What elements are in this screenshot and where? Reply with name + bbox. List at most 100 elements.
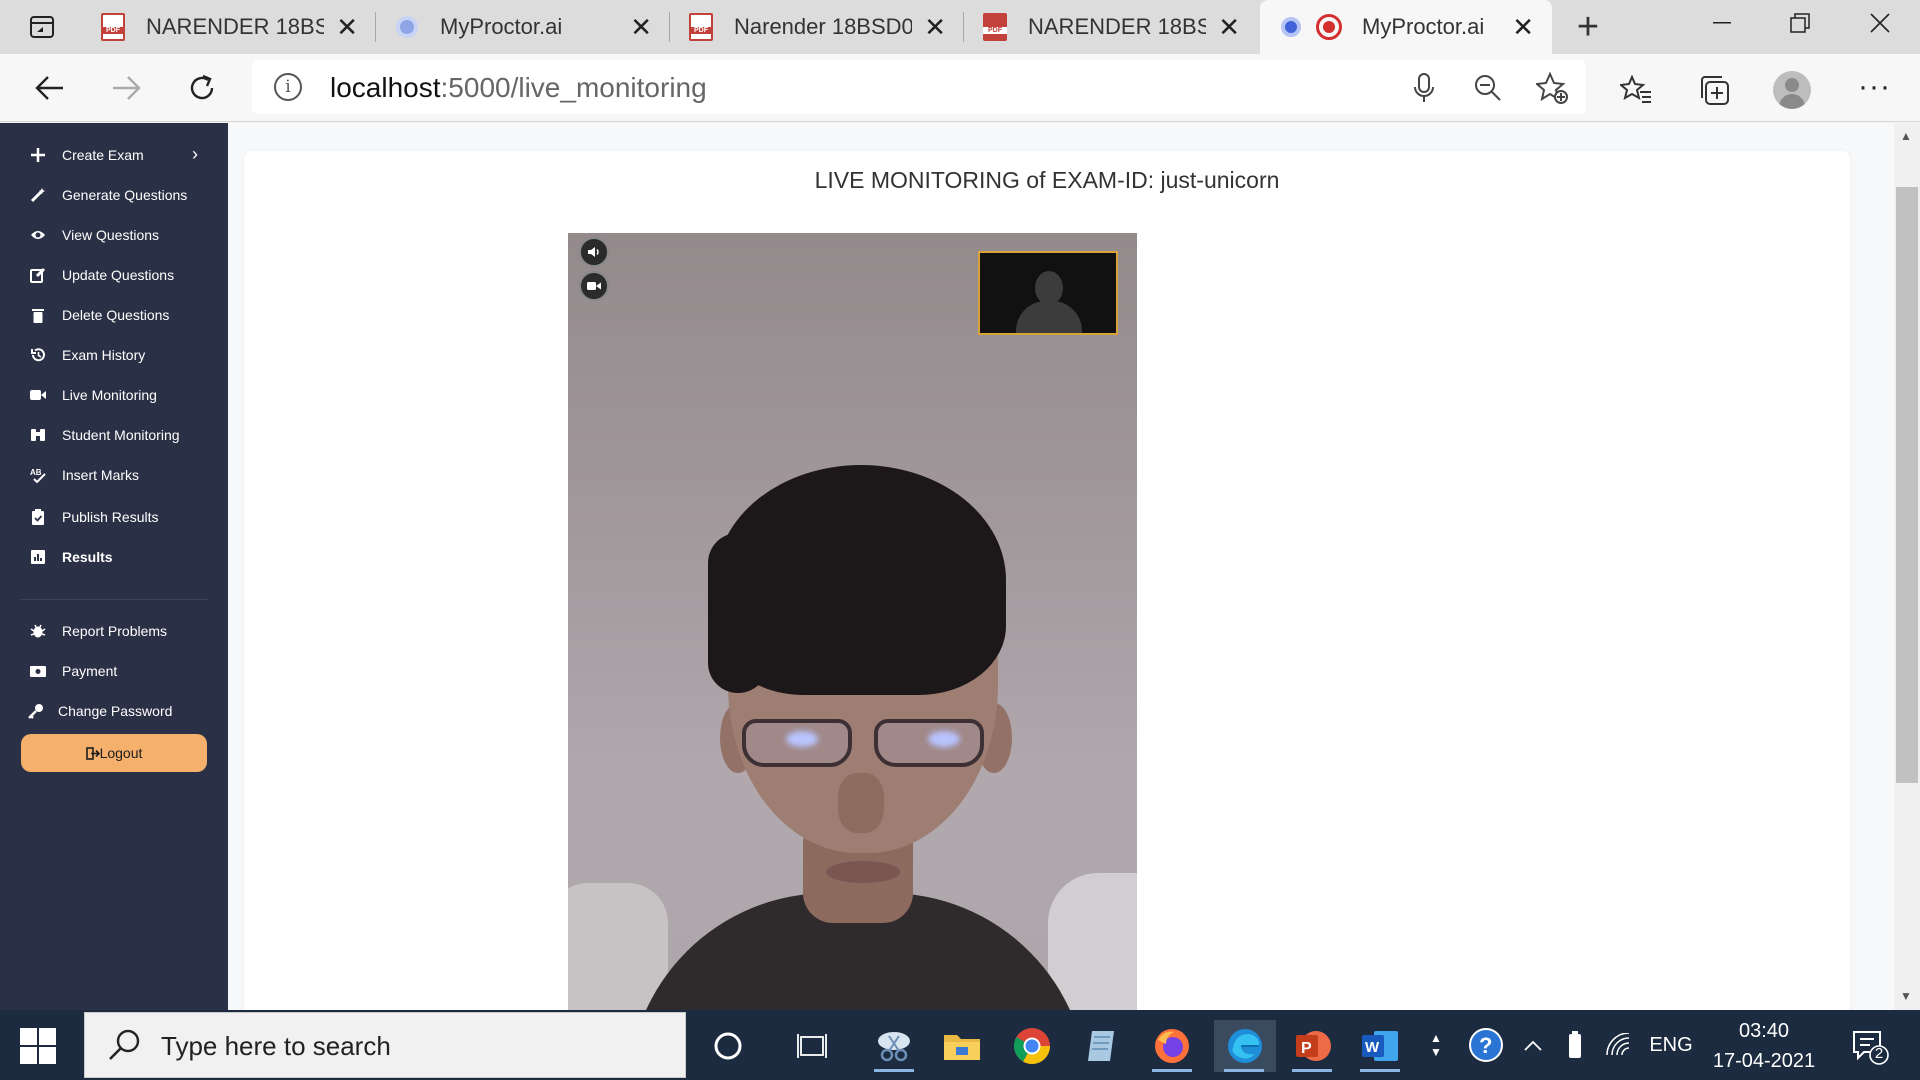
sidebar-item-label: Generate Questions [62, 187, 188, 203]
taskbar-scroll-arrows[interactable]: ▲ ▼ [1422, 1010, 1450, 1080]
settings-more-icon[interactable]: ··· [1858, 70, 1891, 104]
browser-tab-4[interactable]: NARENDER 18BSD0 ✕ [964, 0, 1258, 54]
close-icon[interactable]: ✕ [924, 14, 946, 40]
sidebar-item-live-monitoring[interactable]: Live Monitoring [0, 377, 228, 413]
refresh-button[interactable] [180, 66, 224, 110]
spell-check-icon: AB [30, 467, 46, 483]
trash-icon [30, 307, 46, 323]
back-button[interactable] [28, 66, 72, 110]
money-icon [30, 663, 46, 679]
language-indicator[interactable]: ENG [1644, 1010, 1698, 1080]
snipping-tool-icon[interactable] [868, 1020, 920, 1072]
new-tab-button[interactable]: + [1568, 6, 1608, 49]
sidebar-item-update-questions[interactable]: Update Questions [0, 257, 228, 293]
clock-time: 03:40 [1738, 1020, 1790, 1042]
browser-tab-5-active[interactable]: MyProctor.ai ✕ [1260, 0, 1552, 54]
live-video-feed[interactable] [568, 233, 1137, 1010]
taskbar-clock[interactable]: 03:40 17-04-2021 [1700, 1016, 1828, 1076]
minimize-button[interactable] [1684, 0, 1760, 46]
battery-icon[interactable] [1560, 1010, 1590, 1080]
sidebar-item-label: Payment [62, 663, 118, 679]
help-icon[interactable]: ? [1462, 1010, 1510, 1080]
sidebar-item-change-password[interactable]: Change Password [0, 693, 228, 729]
audio-toggle-button[interactable] [579, 237, 609, 267]
restore-button[interactable] [1762, 0, 1838, 46]
site-info-icon[interactable]: i [274, 73, 302, 101]
sidebar-divider [20, 599, 208, 600]
firefox-icon[interactable] [1146, 1020, 1198, 1072]
collections-icon[interactable] [1696, 72, 1732, 108]
self-view-thumbnail[interactable] [978, 251, 1118, 335]
logout-label: Logout [99, 745, 143, 761]
chrome-icon[interactable] [1006, 1020, 1058, 1072]
tab-strip: NARENDER 18BSD0 ✕ MyProctor.ai ✕ Narende… [0, 0, 1920, 54]
profile-avatar[interactable] [1773, 71, 1811, 109]
binoculars-icon [30, 427, 46, 443]
address-bar[interactable]: i localhost:5000/live_monitoring [252, 60, 1586, 114]
wifi-icon[interactable] [1602, 1010, 1636, 1080]
close-window-button[interactable] [1842, 0, 1918, 46]
show-hidden-icons-icon[interactable] [1518, 1010, 1548, 1080]
sidebar-item-delete-questions[interactable]: Delete Questions [0, 297, 228, 333]
close-icon[interactable]: ✕ [336, 14, 358, 40]
notepad-icon[interactable] [1076, 1020, 1128, 1072]
svg-text:AB: AB [30, 468, 42, 477]
sidebar-item-results[interactable]: Results [0, 539, 228, 575]
add-favorite-icon[interactable] [1536, 72, 1568, 104]
tab-title: NARENDER 18BSD0 [146, 14, 324, 39]
scroll-thumb[interactable] [1896, 187, 1918, 783]
video-toggle-button[interactable] [579, 271, 609, 301]
sidebar-item-exam-history[interactable]: Exam History [0, 337, 228, 373]
tab-actions-icon[interactable] [22, 11, 62, 43]
cortana-icon[interactable] [702, 1020, 754, 1072]
browser-tab-2[interactable]: MyProctor.ai ✕ [376, 0, 670, 54]
sidebar-item-insert-marks[interactable]: AB Insert Marks [0, 457, 228, 493]
forward-button[interactable] [104, 66, 148, 110]
edit-icon [30, 267, 46, 283]
word-icon[interactable]: W [1354, 1020, 1406, 1072]
video-camera-icon [30, 387, 46, 403]
sidebar-item-report-problems[interactable]: Report Problems [0, 613, 228, 649]
notifications-icon[interactable]: 2 [1850, 1026, 1890, 1066]
browser-tab-1[interactable]: NARENDER 18BSD0 ✕ [82, 0, 376, 54]
sidebar-item-label: Delete Questions [62, 307, 170, 323]
sidebar-item-label: Publish Results [62, 509, 159, 525]
history-icon [30, 347, 46, 363]
clock-date: 17-04-2021 [1712, 1050, 1816, 1072]
sidebar-item-payment[interactable]: Payment [0, 653, 228, 689]
page-scrollbar[interactable]: ▲ ▼ [1894, 123, 1920, 1010]
sidebar-item-label: Insert Marks [62, 467, 140, 483]
sidebar-item-view-questions[interactable]: View Questions [0, 217, 228, 253]
powerpoint-icon[interactable]: P [1286, 1020, 1338, 1072]
url-text[interactable]: localhost:5000/live_monitoring [330, 72, 707, 104]
microphone-icon[interactable] [1408, 72, 1440, 104]
favorites-icon[interactable] [1618, 72, 1654, 108]
browser-tab-3[interactable]: Narender 18BSD02 ✕ [670, 0, 964, 54]
sidebar-item-label: Change Password [58, 703, 173, 719]
bug-icon [30, 623, 46, 639]
edge-icon[interactable] [1214, 1020, 1276, 1072]
pdf-icon [688, 13, 714, 41]
search-placeholder: Type here to search [161, 1031, 391, 1061]
sidebar-item-generate-questions[interactable]: Generate Questions [0, 177, 228, 213]
file-explorer-icon[interactable] [936, 1020, 988, 1072]
task-view-icon[interactable] [786, 1020, 838, 1072]
close-icon[interactable]: ✕ [1218, 14, 1240, 40]
logout-button[interactable]: Logout [21, 734, 207, 772]
sidebar-item-student-monitoring[interactable]: Student Monitoring [0, 417, 228, 453]
zoom-out-icon[interactable] [1472, 72, 1504, 104]
sidebar-item-label: Report Problems [62, 623, 168, 639]
speaker-icon [588, 247, 599, 257]
tab-title: Narender 18BSD02 [734, 14, 912, 39]
scroll-down-arrow[interactable]: ▼ [1900, 989, 1912, 1003]
browser-toolbar: i localhost:5000/live_monitoring ··· [0, 54, 1920, 122]
windows-start-button[interactable] [20, 1028, 56, 1064]
close-icon[interactable]: ✕ [1512, 14, 1534, 40]
close-icon[interactable]: ✕ [630, 14, 652, 40]
pdf-icon [982, 13, 1008, 41]
sidebar-item-publish-results[interactable]: Publish Results [0, 499, 228, 535]
scroll-up-arrow[interactable]: ▲ [1900, 129, 1912, 143]
page-content: Create Exam › Generate Questions View Qu… [0, 123, 1920, 1010]
sidebar-item-create-exam[interactable]: Create Exam › [0, 137, 228, 173]
taskbar-search-box[interactable]: Type here to search [84, 1012, 686, 1078]
